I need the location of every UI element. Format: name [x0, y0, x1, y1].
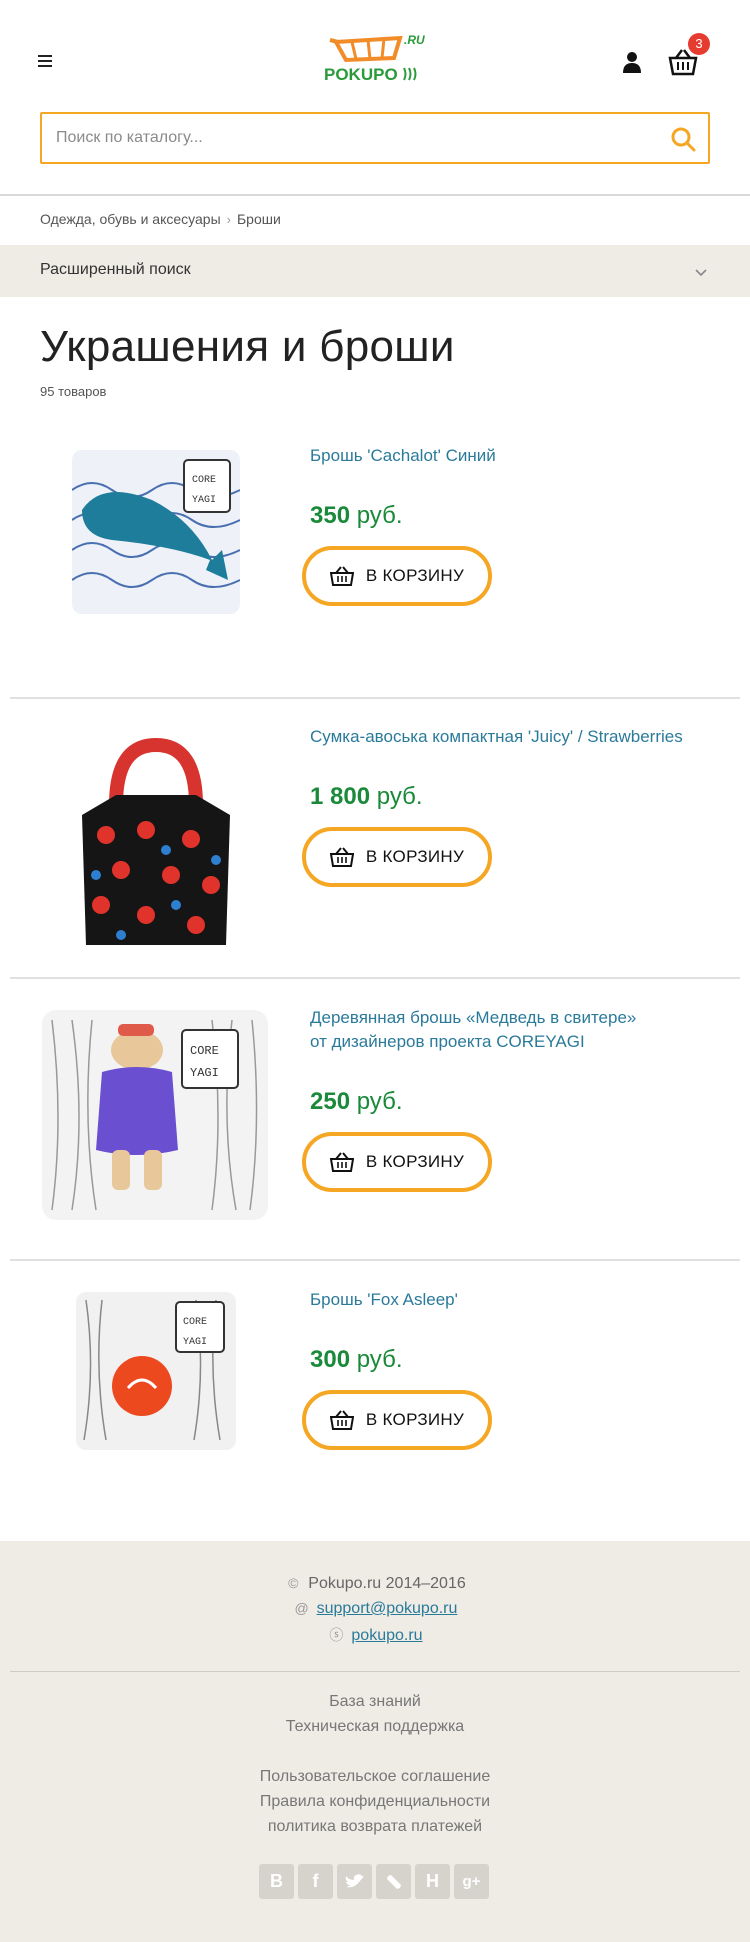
product-card: Сумка-авоська компактная 'Juicy' / Straw…	[10, 725, 740, 975]
footer-link-tech-support[interactable]: Техническая поддержка	[286, 1718, 464, 1735]
facebook-icon[interactable]: f	[298, 1864, 333, 1899]
product-name-link[interactable]: Деревянная брошь «Медведь в свитере» от д…	[310, 1006, 720, 1054]
breadcrumb-item-brooches[interactable]: Броши	[237, 211, 281, 227]
basket-icon	[329, 566, 354, 586]
product-price: 350 руб.	[310, 502, 403, 529]
skype-icon: ⓢ	[329, 1627, 344, 1643]
page-title: Украшения и броши	[40, 322, 455, 371]
product-image-whale[interactable]: CORE YAGI	[71, 450, 241, 614]
breadcrumb-item-clothing[interactable]: Одежда, обувь и аксесуары	[40, 211, 221, 227]
footer: © Pokupo.ru 2014–2016 @ support@pokupo.ru …	[0, 1541, 750, 1942]
svg-text:.RU: .RU	[404, 33, 425, 47]
product-image-strawberry-bag[interactable]	[76, 735, 236, 945]
add-to-cart-button[interactable]: В КОРЗИНУ	[302, 546, 492, 606]
add-to-cart-button[interactable]: В КОРЗИНУ	[302, 1390, 492, 1450]
search-bar	[40, 112, 710, 164]
breadcrumb: Одежда, обувь и аксесуары › Броши	[40, 211, 281, 227]
add-to-cart-label: В КОРЗИНУ	[365, 847, 465, 866]
product-divider	[10, 697, 740, 699]
search-icon[interactable]	[670, 126, 696, 152]
footer-link-user-agreement[interactable]: Пользовательское соглашение	[260, 1768, 490, 1785]
googleplus-icon[interactable]: g+	[454, 1864, 489, 1899]
user-icon[interactable]	[620, 50, 644, 74]
chevron-down-icon	[694, 265, 708, 277]
svg-text:CORE: CORE	[192, 475, 216, 486]
product-divider	[10, 1259, 740, 1261]
product-divider	[10, 977, 740, 979]
product-name-link[interactable]: Брошь 'Fox Asleep'	[310, 1288, 720, 1312]
product-image-fox-brooch[interactable]: CORE YAGI	[76, 1292, 236, 1450]
svg-text:POKUPO: POKUPO	[324, 65, 398, 84]
product-card: CORE YAGI Брошь 'Cachalot' Синий 350 руб…	[10, 444, 740, 694]
add-to-cart-label: В КОРЗИНУ	[365, 1410, 465, 1429]
cart-count-badge: 3	[688, 33, 710, 55]
footer-skype: ⓢ pokupo.ru	[0, 1625, 750, 1645]
product-name-link[interactable]: Сумка-авоська компактная 'Juicy' / Straw…	[310, 725, 720, 749]
footer-divider	[10, 1671, 740, 1672]
product-price: 1 800 руб.	[310, 783, 423, 810]
logo[interactable]: .RU POKUPO	[322, 28, 430, 90]
advanced-search-label: Расширенный поиск	[40, 261, 191, 278]
copyright-icon: ©	[288, 1575, 299, 1591]
svg-text:CORE: CORE	[183, 1317, 207, 1328]
add-to-cart-button[interactable]: В КОРЗИНУ	[302, 827, 492, 887]
footer-link-privacy[interactable]: Правила конфиденциальности	[260, 1793, 490, 1810]
footer-link-refund-policy[interactable]: политика возврата платежей	[268, 1818, 482, 1835]
add-to-cart-button[interactable]: В КОРЗИНУ	[302, 1132, 492, 1192]
footer-copyright: © Pokupo.ru 2014–2016	[0, 1575, 750, 1593]
product-image-bear-brooch[interactable]: CORE YAGI	[42, 1010, 268, 1220]
product-name-link[interactable]: Брошь 'Cachalot' Синий	[310, 444, 720, 468]
menu-icon[interactable]	[38, 55, 54, 69]
vk-icon[interactable]: B	[259, 1864, 294, 1899]
footer-link-knowledge-base[interactable]: База знаний	[329, 1693, 421, 1710]
svg-text:YAGI: YAGI	[192, 495, 216, 506]
svg-text:CORE: CORE	[190, 1044, 219, 1058]
header-divider	[0, 194, 750, 196]
basket-icon	[329, 1152, 354, 1172]
social-links: B f H g+	[259, 1864, 489, 1899]
search-input[interactable]	[56, 126, 636, 150]
product-card: CORE YAGI Деревянная брошь «Медведь в св…	[10, 1006, 740, 1256]
at-icon: @	[294, 1600, 309, 1616]
product-count: 95 товаров	[40, 384, 107, 399]
advanced-search-toggle[interactable]: Расширенный поиск	[0, 245, 750, 297]
basket-icon	[329, 1410, 354, 1430]
livejournal-icon[interactable]	[376, 1864, 411, 1899]
add-to-cart-label: В КОРЗИНУ	[365, 1152, 465, 1171]
skype-link[interactable]: pokupo.ru	[351, 1627, 422, 1644]
header: .RU POKUPO 3	[0, 0, 750, 110]
add-to-cart-label: В КОРЗИНУ	[365, 566, 465, 585]
product-price: 300 руб.	[310, 1346, 403, 1373]
product-price: 250 руб.	[310, 1088, 403, 1115]
product-card: CORE YAGI Брошь 'Fox Asleep' 300 руб. В …	[10, 1288, 740, 1508]
footer-email: @ support@pokupo.ru	[0, 1600, 750, 1618]
support-email-link[interactable]: support@pokupo.ru	[317, 1600, 458, 1617]
svg-text:YAGI: YAGI	[190, 1066, 219, 1080]
basket-icon	[329, 847, 354, 867]
svg-text:YAGI: YAGI	[183, 1337, 207, 1348]
twitter-icon[interactable]	[337, 1864, 372, 1899]
habr-icon[interactable]: H	[415, 1864, 450, 1899]
chevron-right-icon: ›	[226, 211, 231, 227]
